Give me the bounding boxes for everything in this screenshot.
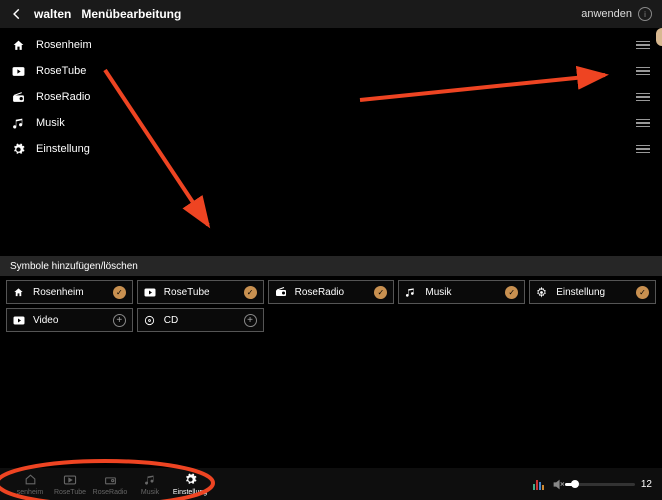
info-icon[interactable]: i [638,7,652,21]
apply-button[interactable]: anwenden [581,8,632,20]
volume-value: 12 [641,479,652,490]
music-icon [405,287,419,298]
disc-icon [144,315,158,326]
header-title-1: walten [34,7,71,21]
tile-label: RoseTube [164,287,244,298]
nav-einstellung[interactable]: Einstellung [170,473,210,496]
menu-item-label: RoseRadio [36,91,634,103]
tile-label: CD [164,315,244,326]
nav-label: Einstellung [173,489,207,496]
tile-label: Rosenheim [33,287,113,298]
radio-icon [104,473,117,487]
tile-einstellung[interactable]: Einstellung ✓ [529,280,656,304]
check-icon: ✓ [505,286,518,299]
play-icon [144,288,158,297]
drag-handle-icon[interactable] [634,119,650,128]
nav-musik[interactable]: Musik [130,473,170,496]
play-icon [10,66,26,77]
header-title-2: Menübearbeitung [81,7,181,21]
gear-icon [536,287,550,298]
home-icon [13,287,27,298]
section-header: Symbole hinzufügen/löschen [0,256,662,276]
menu-item-label: RoseTube [36,65,634,77]
section-label: Symbole hinzufügen/löschen [10,261,138,272]
drag-handle-icon[interactable] [634,93,650,102]
tile-rosetube[interactable]: RoseTube ✓ [137,280,264,304]
tile-musik[interactable]: Musik ✓ [398,280,525,304]
tile-grid: Rosenheim ✓ RoseTube ✓ RoseRadio ✓ Musik… [0,276,662,336]
tile-roseradio[interactable]: RoseRadio ✓ [268,280,395,304]
mute-icon[interactable] [552,478,565,491]
nav-roseradio[interactable]: RoseRadio [90,473,130,496]
menu-item-musik[interactable]: Musik [10,110,652,136]
menu-item-rosetube[interactable]: RoseTube [10,58,652,84]
nav-rosenheim[interactable]: senheim [10,473,50,496]
menu-item-label: Einstellung [36,143,634,155]
equalizer-icon[interactable] [533,478,544,490]
play-icon [63,473,77,487]
gear-icon [184,473,197,487]
menu-item-label: Rosenheim [36,39,634,51]
nav-label: RoseTube [54,489,86,496]
drag-handle-icon[interactable] [634,145,650,154]
tile-label: RoseRadio [295,287,375,298]
bottom-nav: senheim RoseTube RoseRadio Musik Einstel… [0,468,662,500]
music-icon [144,473,156,487]
nav-label: Musik [141,489,159,496]
gear-icon [10,143,26,156]
play-icon [13,316,27,325]
menu-item-label: Musik [36,117,634,129]
header-bar: walten Menübearbeitung anwenden i [0,0,662,28]
home-icon [24,473,37,487]
radio-icon [10,92,26,103]
plus-icon: + [113,314,126,327]
menu-item-roseradio[interactable]: RoseRadio [10,84,652,110]
menu-item-einstellung[interactable]: Einstellung [10,136,652,162]
check-icon: ✓ [244,286,257,299]
check-icon: ✓ [113,286,126,299]
tile-label: Video [33,315,113,326]
check-icon: ✓ [374,286,387,299]
nav-label: senheim [17,489,43,496]
back-button[interactable] [10,7,26,21]
tile-cd[interactable]: CD + [137,308,264,332]
home-icon [10,39,26,52]
check-icon: ✓ [636,286,649,299]
avatar[interactable] [656,28,662,46]
tile-label: Einstellung [556,287,636,298]
menu-list: Rosenheim RoseTube RoseRadio Musik Einst… [0,28,662,166]
tile-video[interactable]: Video + [6,308,133,332]
menu-item-rosenheim[interactable]: Rosenheim [10,32,652,58]
music-icon [10,117,26,130]
tile-rosenheim[interactable]: Rosenheim ✓ [6,280,133,304]
plus-icon: + [244,314,257,327]
drag-handle-icon[interactable] [634,41,650,50]
tile-label: Musik [425,287,505,298]
nav-rosetube[interactable]: RoseTube [50,473,90,496]
volume-slider[interactable] [565,483,635,486]
radio-icon [275,287,289,297]
drag-handle-icon[interactable] [634,67,650,76]
nav-label: RoseRadio [93,489,128,496]
